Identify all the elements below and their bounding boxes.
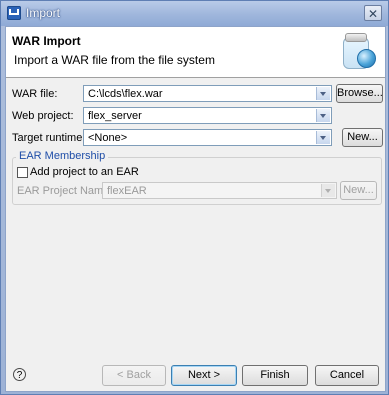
web-project-value: flex_server xyxy=(88,110,142,122)
close-button[interactable]: ✕ xyxy=(364,5,382,21)
title-bar[interactable]: Import ✕ xyxy=(1,1,388,26)
window-title: Import xyxy=(26,6,61,20)
chevron-down-icon[interactable] xyxy=(316,109,330,122)
chevron-down-icon[interactable] xyxy=(316,131,330,144)
ear-membership-title: EAR Membership xyxy=(16,150,109,162)
help-icon[interactable]: ? xyxy=(13,368,26,381)
ear-project-name-value: flexEAR xyxy=(107,185,147,197)
chevron-down-icon[interactable] xyxy=(316,87,330,100)
next-button[interactable]: Next > xyxy=(171,365,237,386)
war-file-combo[interactable]: C:\lcds\flex.war xyxy=(83,85,332,102)
target-runtime-value: <None> xyxy=(88,132,128,144)
war-import-wizard-icon xyxy=(341,31,377,71)
add-to-ear-label[interactable]: Add project to an EAR xyxy=(30,166,139,178)
web-project-combo[interactable]: flex_server xyxy=(83,107,332,124)
wizard-header: WAR Import Import a WAR file from the fi… xyxy=(6,27,385,78)
ear-project-name-label: EAR Project Name: xyxy=(17,185,113,197)
import-dialog: Import ✕ WAR Import Import a WAR file fr… xyxy=(0,0,389,395)
target-runtime-label: Target runtime: xyxy=(12,132,86,144)
new-ear-button[interactable]: New... xyxy=(340,181,377,200)
add-to-ear-checkbox[interactable] xyxy=(17,167,28,178)
chevron-down-icon[interactable] xyxy=(321,184,335,197)
back-button[interactable]: < Back xyxy=(102,365,166,386)
war-file-value: C:\lcds\flex.war xyxy=(88,88,163,100)
cancel-button[interactable]: Cancel xyxy=(315,365,379,386)
dialog-content: WAR Import Import a WAR file from the fi… xyxy=(5,26,386,392)
ear-project-name-combo[interactable]: flexEAR xyxy=(102,182,337,199)
close-icon: ✕ xyxy=(367,7,379,21)
new-runtime-button[interactable]: New... xyxy=(342,128,383,147)
eclipse-wtp-icon xyxy=(7,6,21,20)
target-runtime-combo[interactable]: <None> xyxy=(83,129,332,146)
finish-button[interactable]: Finish xyxy=(242,365,308,386)
browse-button[interactable]: Browse... xyxy=(336,84,383,103)
page-description: Import a WAR file from the file system xyxy=(14,53,215,67)
page-title: WAR Import xyxy=(12,34,81,48)
war-file-label: WAR file: xyxy=(12,88,58,100)
web-project-label: Web project: xyxy=(12,110,74,122)
